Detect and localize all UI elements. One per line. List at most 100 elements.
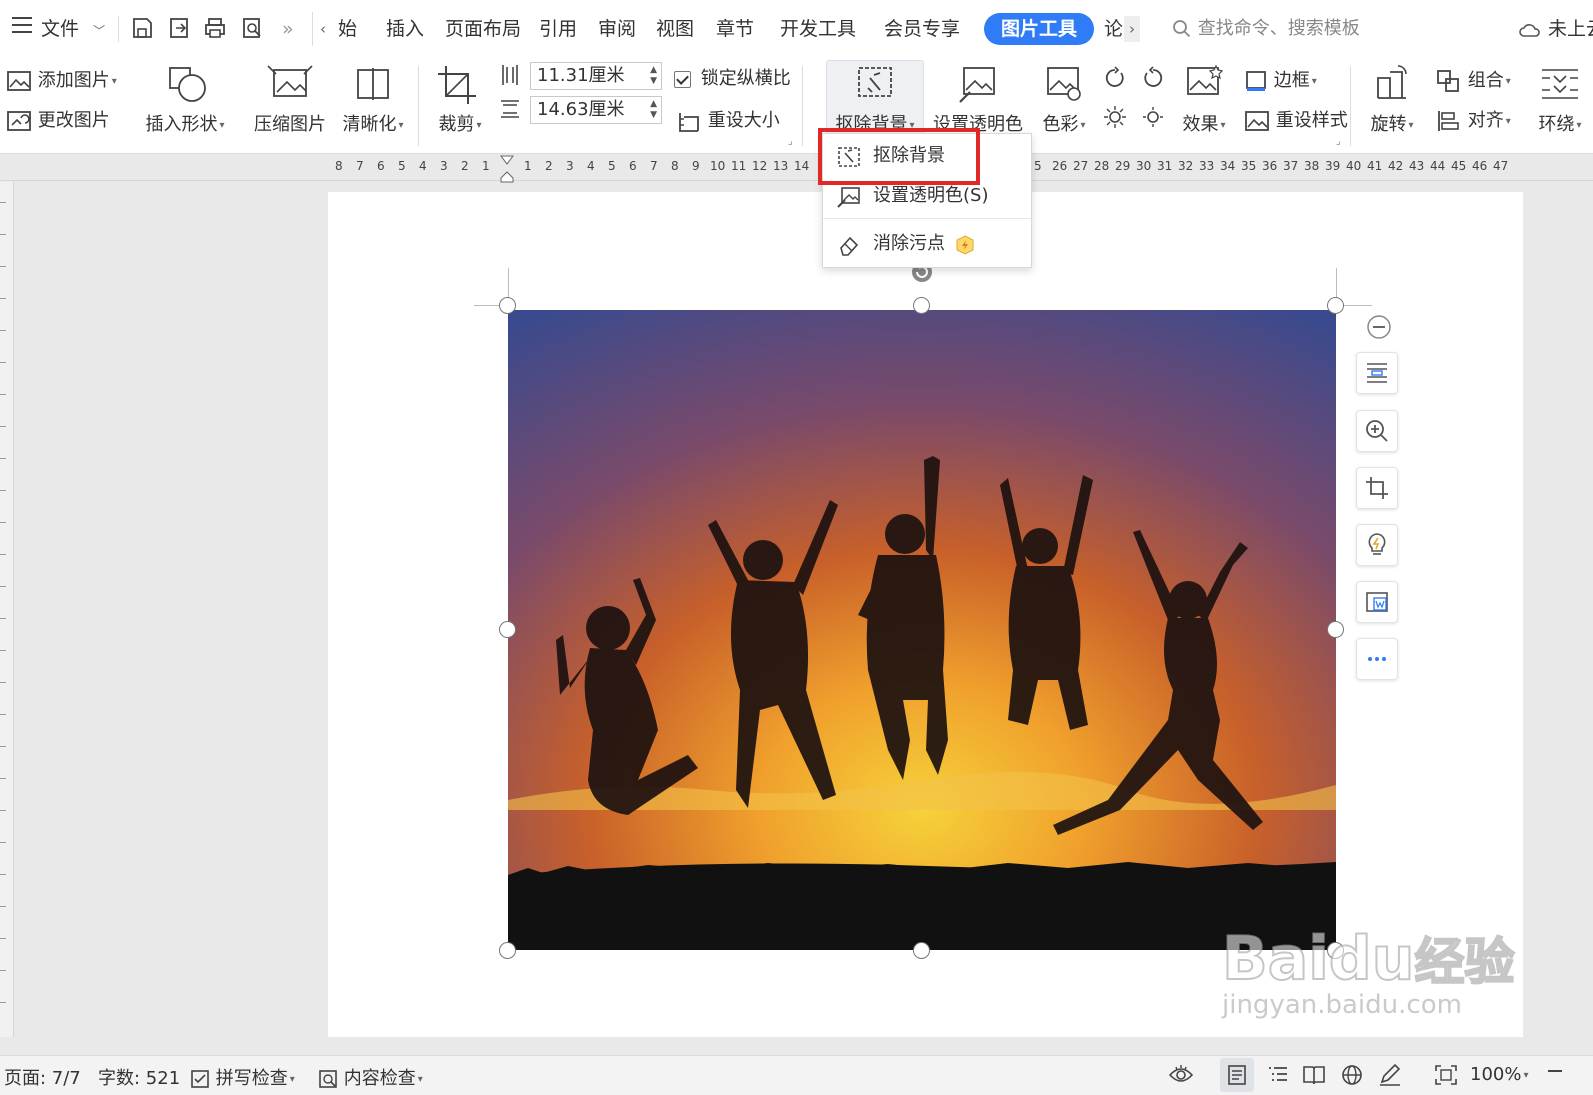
tab-chapter[interactable]: 章节 [716,14,754,44]
smart-tips-button[interactable] [1356,524,1398,566]
tab-insert[interactable]: 插入 [386,14,424,44]
watermark-url: jingyan.baidu.com [1222,990,1462,1020]
zoom-out-icon[interactable] [1548,1070,1562,1072]
chevron-left-icon[interactable]: ‹ [320,14,326,44]
remove-background-button[interactable]: 抠除背景 ▾ [826,62,924,136]
zoom-level[interactable]: 100% ▾ [1470,1064,1529,1085]
ruler-number: 4 [419,159,427,173]
menu-divider [823,218,1031,219]
dialog-launcher-icon[interactable]: ⌟ [1336,136,1341,147]
resize-handle-left[interactable] [499,621,516,638]
ruler-number: 1 [524,159,532,173]
tab-view[interactable]: 视图 [656,14,694,44]
print-icon[interactable] [203,16,227,46]
file-menu-label: 文件 [41,18,80,40]
wrap-button[interactable]: 环绕 ▾ [1530,62,1590,136]
zoom-in-icon [1366,420,1388,442]
reading-view-icon[interactable] [1302,1064,1326,1091]
reset-size-button[interactable]: 重设大小 [676,106,780,133]
compress-picture-label: 压缩图片 [254,114,326,135]
page-view-icon [1228,1065,1246,1085]
spin-arrows-icon[interactable]: ▲ ▼ [650,65,657,87]
more-icon[interactable]: » [282,14,294,44]
menu-item-remove-spots[interactable]: 消除污点 [823,226,1031,262]
horizontal-ruler[interactable]: 8 7 6 5 4 3 2 1 1 2 3 4 5 6 7 8 9 10 11 … [0,155,1593,183]
lock-ratio-checkbox[interactable]: 锁定纵横比 [674,64,791,90]
resize-handle-top-right[interactable] [1327,297,1344,314]
contrast-up-icon[interactable] [1102,104,1128,130]
content-check-button[interactable]: 内容检查 ▾ [318,1064,423,1090]
selected-image[interactable] [508,310,1336,950]
page-view-button[interactable] [1220,1058,1254,1092]
dialog-launcher-icon[interactable]: ⌟ [788,136,793,147]
vertical-ruler[interactable] [0,182,14,1037]
image-to-text-button[interactable] [1356,581,1398,623]
sharpen-button[interactable]: 清晰化 ▾ [338,62,408,136]
group-button[interactable]: 组合 ▾ [1436,66,1511,93]
indent-marker-icon[interactable] [500,155,514,183]
spin-arrows-icon[interactable]: ▲ ▼ [650,99,657,121]
effects-button[interactable]: 效果 ▾ [1172,62,1236,136]
reset-style-button[interactable]: 重设样式 [1244,106,1348,133]
tab-developer[interactable]: 开发工具 [780,14,856,44]
contrast-down-icon[interactable] [1140,104,1166,130]
ruler-number: 42 [1388,159,1404,173]
border-label: 边框 [1273,70,1310,91]
resize-handle-top[interactable] [913,297,930,314]
file-menu[interactable]: 文件 ﹀ [41,14,105,44]
export-icon[interactable] [167,16,191,46]
brightness-down-icon[interactable] [1140,66,1166,92]
border-button[interactable]: 边框 ▾ [1244,66,1317,93]
web-view-icon[interactable] [1340,1064,1364,1091]
rotate-button[interactable]: 旋转 ▾ [1364,62,1420,136]
tab-references[interactable]: 引用 [539,14,577,44]
align-button[interactable]: 对齐 ▾ [1436,106,1511,133]
resize-handle-top-left[interactable] [499,297,516,314]
height-input[interactable]: 14.63厘米 ▲ ▼ [530,96,662,124]
zoom-image-button[interactable] [1356,410,1398,452]
tab-page-layout[interactable]: 页面布局 [445,14,521,44]
fit-page-icon[interactable] [1434,1064,1458,1091]
resize-handle-right[interactable] [1327,621,1344,638]
resize-handle-bottom[interactable] [913,942,930,959]
tab-thesis[interactable]: 论 [1104,14,1123,44]
tab-member[interactable]: 会员专享 [884,14,960,44]
save-icon[interactable] [130,16,154,46]
crop-side-button[interactable] [1356,467,1398,509]
layout-options-button[interactable] [1356,352,1398,394]
ruler-number: 27 [1073,159,1089,173]
ruler-number: 32 [1178,159,1194,173]
page-indicator[interactable]: 页面: 7/7 [4,1064,81,1090]
ruler-number: 12 [752,159,768,173]
tab-review[interactable]: 审阅 [598,14,636,44]
word-count[interactable]: 字数: 521 [98,1064,180,1090]
cloud-status[interactable]: 未上云 [1518,14,1593,44]
set-transparent-button[interactable]: 设置透明色 [930,62,1026,136]
content-check-icon [319,1070,337,1088]
spell-check-button[interactable]: 拼写检查 ▾ [190,1064,295,1090]
search-box[interactable]: 查找命令、搜索模板 [1172,14,1360,44]
insert-shape-button[interactable]: 插入形状 ▾ [140,62,230,136]
tab-picture-tools[interactable]: 图片工具 [984,13,1094,45]
outline-view-icon[interactable] [1266,1064,1290,1091]
brightness-up-icon[interactable] [1102,66,1128,92]
width-input[interactable]: 11.31厘米 ▲ ▼ [530,62,662,90]
write-mode-icon[interactable] [1378,1063,1402,1091]
chevron-right-icon[interactable]: › [1124,16,1140,42]
ruler-number: 5 [608,159,616,173]
print-preview-icon[interactable] [240,16,264,46]
ruler-number: 41 [1367,159,1383,173]
collapse-toolbar-icon[interactable] [1366,314,1392,340]
crop-button[interactable]: 裁剪 ▾ [432,62,488,136]
color-button[interactable]: 色彩 ▾ [1036,62,1092,136]
eye-protection-icon[interactable] [1168,1064,1194,1091]
width-value: 11.31厘米 [537,65,625,86]
add-picture-button[interactable]: 添加图片 ▾ [6,66,117,93]
tab-start[interactable]: 始 [338,14,357,44]
resize-handle-bottom-left[interactable] [499,942,516,959]
ruler-number: 29 [1115,159,1131,173]
change-picture-button[interactable]: 更改图片 [6,106,110,133]
menu-icon[interactable] [10,14,34,44]
more-options-button[interactable] [1356,638,1398,680]
compress-picture-button[interactable]: 压缩图片 [252,62,328,136]
